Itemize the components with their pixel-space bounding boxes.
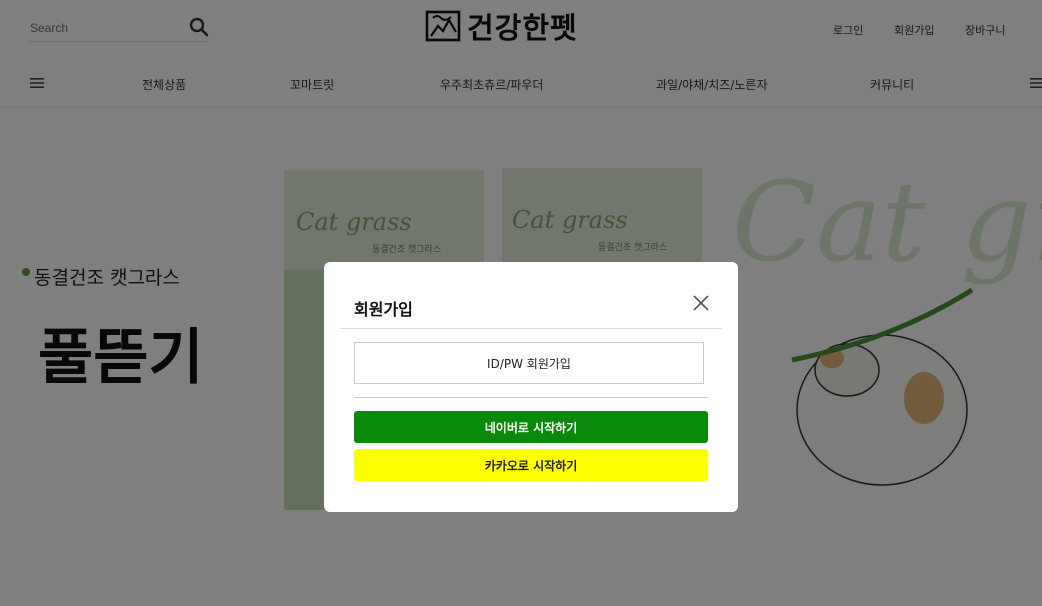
kakao-login-button[interactable]: 카카오로 시작하기 xyxy=(354,449,708,481)
idpw-signup-button[interactable]: ID/PW 회원가입 xyxy=(354,342,704,384)
signup-modal: 회원가입 ID/PW 회원가입 네이버로 시작하기 카카오로 시작하기 xyxy=(324,262,738,512)
modal-divider xyxy=(340,328,722,329)
naver-login-button[interactable]: 네이버로 시작하기 xyxy=(354,411,708,443)
button-separator xyxy=(354,397,708,398)
close-icon[interactable] xyxy=(690,292,712,314)
modal-title: 회원가입 xyxy=(354,300,413,319)
